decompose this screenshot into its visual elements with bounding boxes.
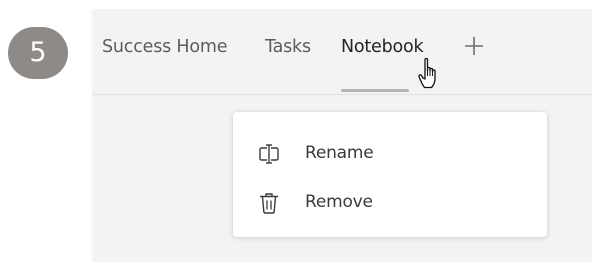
rename-icon: [259, 144, 279, 164]
trash-icon: [260, 193, 278, 214]
screenshot-frame: 5 Success Home Tasks Notebook Rename Rem…: [0, 0, 592, 262]
menu-item-remove[interactable]: Remove: [233, 183, 547, 223]
tab-context-menu: Rename Remove: [233, 112, 547, 237]
tab-success-home[interactable]: Success Home: [102, 37, 227, 57]
step-number-badge: 5: [8, 27, 68, 79]
remove-label: Remove: [305, 192, 373, 212]
tab-notebook[interactable]: Notebook: [341, 37, 424, 57]
menu-item-rename[interactable]: Rename: [233, 134, 547, 174]
teams-channel-panel: Success Home Tasks Notebook Rename Remov…: [93, 9, 592, 262]
active-tab-indicator: [341, 89, 409, 92]
plus-icon[interactable]: [463, 35, 485, 57]
tab-tasks[interactable]: Tasks: [265, 37, 311, 57]
channel-tab-bar: Success Home Tasks Notebook: [93, 9, 592, 95]
rename-label: Rename: [305, 143, 374, 163]
hand-pointer-icon: [418, 57, 436, 89]
